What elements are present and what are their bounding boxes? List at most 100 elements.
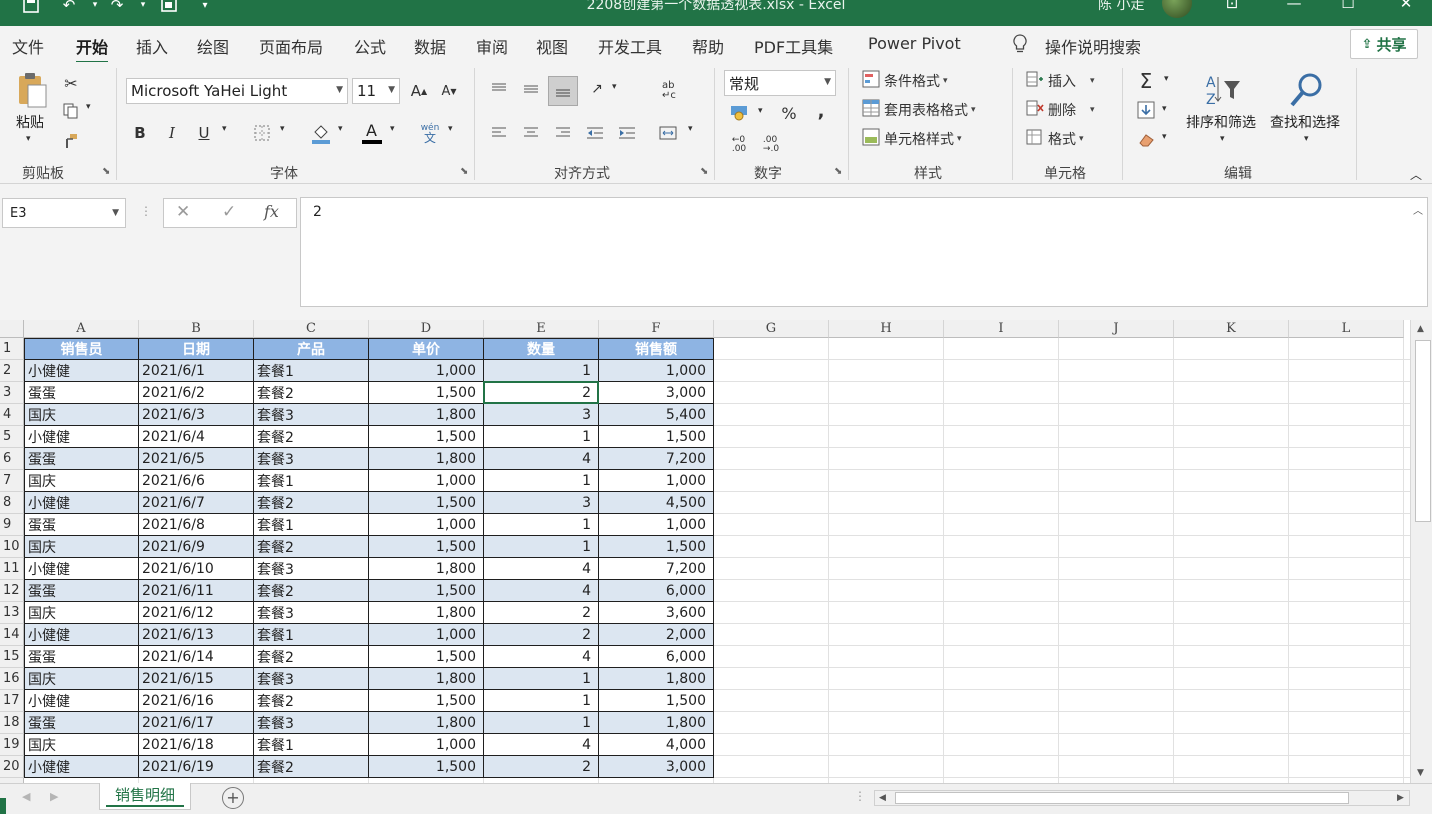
- align-bottom-icon[interactable]: [548, 76, 578, 106]
- autosum-dropdown-icon[interactable]: ▾: [1164, 74, 1169, 84]
- minimize-icon[interactable]: —: [1274, 0, 1314, 12]
- table-cell[interactable]: 2021/6/6: [139, 470, 254, 492]
- table-cell[interactable]: 1: [484, 668, 599, 690]
- share-button[interactable]: ⇪ 共享: [1350, 29, 1418, 59]
- avatar[interactable]: [1162, 0, 1192, 18]
- table-cell[interactable]: 6,000: [599, 646, 714, 668]
- table-cell[interactable]: 套餐3: [254, 448, 369, 470]
- table-cell[interactable]: 套餐3: [254, 668, 369, 690]
- table-cell[interactable]: 套餐1: [254, 514, 369, 536]
- table-cell[interactable]: 2021/6/12: [139, 602, 254, 624]
- table-cell[interactable]: 4,000: [599, 734, 714, 756]
- table-cell[interactable]: 2021/6/1: [139, 360, 254, 382]
- sort-filter-icon[interactable]: AZ: [1200, 70, 1244, 110]
- tab-file[interactable]: 文件: [12, 34, 44, 58]
- table-cell[interactable]: 小健健: [24, 360, 139, 382]
- table-cell[interactable]: 2021/6/18: [139, 734, 254, 756]
- column-header[interactable]: H: [829, 320, 944, 338]
- column-header[interactable]: K: [1174, 320, 1289, 338]
- fill-dropdown-icon[interactable]: ▾: [1162, 104, 1167, 114]
- table-cell[interactable]: 1,500: [599, 690, 714, 712]
- bold-button[interactable]: B: [130, 122, 150, 144]
- table-header-cell[interactable]: 单价: [369, 338, 484, 360]
- tab-view[interactable]: 视图: [536, 34, 568, 58]
- table-cell[interactable]: 套餐2: [254, 690, 369, 712]
- scroll-left-icon[interactable]: ◀: [879, 793, 886, 803]
- row-header[interactable]: 13: [0, 602, 24, 624]
- table-cell[interactable]: 1: [484, 712, 599, 734]
- accounting-format-icon[interactable]: [728, 102, 750, 124]
- font-name-combo[interactable]: Microsoft YaHei Light ▼: [126, 78, 348, 104]
- table-cell[interactable]: 2021/6/3: [139, 404, 254, 426]
- fill-icon[interactable]: [1134, 98, 1158, 122]
- column-header[interactable]: E: [484, 320, 599, 338]
- table-cell[interactable]: 1,000: [369, 734, 484, 756]
- cancel-icon[interactable]: ✕: [176, 202, 190, 222]
- column-header[interactable]: F: [599, 320, 714, 338]
- table-cell[interactable]: 4: [484, 580, 599, 602]
- table-cell[interactable]: 3: [484, 492, 599, 514]
- table-cell[interactable]: 3,600: [599, 602, 714, 624]
- horizontal-scrollbar[interactable]: ◀ ▶: [874, 790, 1410, 806]
- table-cell[interactable]: 5,400: [599, 404, 714, 426]
- tab-insert[interactable]: 插入: [136, 34, 168, 58]
- row-header[interactable]: 15: [0, 646, 24, 668]
- find-select-icon[interactable]: [1284, 70, 1328, 110]
- tab-page-layout[interactable]: 页面布局: [259, 34, 323, 58]
- table-cell[interactable]: 1,000: [369, 470, 484, 492]
- table-cell[interactable]: 小健健: [24, 426, 139, 448]
- column-header[interactable]: D: [369, 320, 484, 338]
- align-center-icon[interactable]: [520, 122, 542, 144]
- table-cell[interactable]: 1,500: [599, 536, 714, 558]
- table-cell[interactable]: 4,500: [599, 492, 714, 514]
- table-cell[interactable]: 2021/6/14: [139, 646, 254, 668]
- tab-power-pivot[interactable]: Power Pivot: [868, 34, 961, 53]
- format-as-table-button[interactable]: 套用表格格式 ▾: [862, 99, 976, 121]
- collapse-formula-bar-icon[interactable]: ︿: [1413, 202, 1423, 217]
- table-cell[interactable]: 2021/6/13: [139, 624, 254, 646]
- table-cell[interactable]: 2021/6/4: [139, 426, 254, 448]
- delete-cells-button[interactable]: 删除 ▾: [1026, 99, 1095, 121]
- close-icon[interactable]: ✕: [1386, 0, 1426, 12]
- sort-filter-label[interactable]: 排序和筛选: [1186, 112, 1256, 132]
- table-cell[interactable]: 2021/6/19: [139, 756, 254, 778]
- select-all-corner[interactable]: [0, 320, 24, 338]
- find-select-dropdown-icon[interactable]: ▾: [1304, 134, 1309, 144]
- format-cells-button[interactable]: 格式 ▾: [1026, 128, 1084, 150]
- row-header[interactable]: 18: [0, 712, 24, 734]
- font-color-icon[interactable]: A: [360, 120, 384, 146]
- name-box[interactable]: E3 ▼: [2, 198, 126, 228]
- table-cell[interactable]: 1,800: [369, 668, 484, 690]
- row-header[interactable]: 14: [0, 624, 24, 646]
- tab-data[interactable]: 数据: [414, 34, 446, 58]
- table-cell[interactable]: 2: [484, 382, 599, 404]
- maximize-icon[interactable]: ☐: [1328, 0, 1368, 12]
- table-cell[interactable]: 1,800: [369, 558, 484, 580]
- worksheet-grid[interactable]: A B C D E F G H I J K L 1 2 3 4 5 6 7 8 9 10 11 12 13 14 15 16 17 18 1…: [0, 320, 1432, 800]
- horizontal-scroll-thumb[interactable]: [895, 792, 1349, 804]
- table-cell[interactable]: 1,500: [369, 646, 484, 668]
- table-cell[interactable]: 蛋蛋: [24, 382, 139, 404]
- table-cell[interactable]: 国庆: [24, 734, 139, 756]
- table-cell[interactable]: 7,200: [599, 448, 714, 470]
- user-name[interactable]: 陈 小走: [1098, 0, 1144, 14]
- paste-icon[interactable]: [14, 70, 50, 110]
- row-header[interactable]: 9: [0, 514, 24, 536]
- wrap-text-icon[interactable]: ab ↵c: [656, 78, 682, 104]
- orientation-icon[interactable]: ↗: [586, 78, 608, 100]
- table-cell[interactable]: 蛋蛋: [24, 448, 139, 470]
- column-header[interactable]: B: [139, 320, 254, 338]
- italic-button[interactable]: I: [162, 122, 182, 144]
- table-cell[interactable]: 小健健: [24, 492, 139, 514]
- new-sheet-button[interactable]: +: [222, 787, 244, 809]
- table-cell[interactable]: 2021/6/17: [139, 712, 254, 734]
- row-header[interactable]: 4: [0, 404, 24, 426]
- row-header[interactable]: 10: [0, 536, 24, 558]
- table-cell[interactable]: 1,800: [599, 712, 714, 734]
- table-cell[interactable]: 套餐1: [254, 470, 369, 492]
- table-cell[interactable]: 小健健: [24, 558, 139, 580]
- column-header[interactable]: G: [714, 320, 829, 338]
- increase-decimal-icon[interactable]: ←0.00: [728, 134, 750, 156]
- table-cell[interactable]: 1: [484, 514, 599, 536]
- table-cell[interactable]: 蛋蛋: [24, 712, 139, 734]
